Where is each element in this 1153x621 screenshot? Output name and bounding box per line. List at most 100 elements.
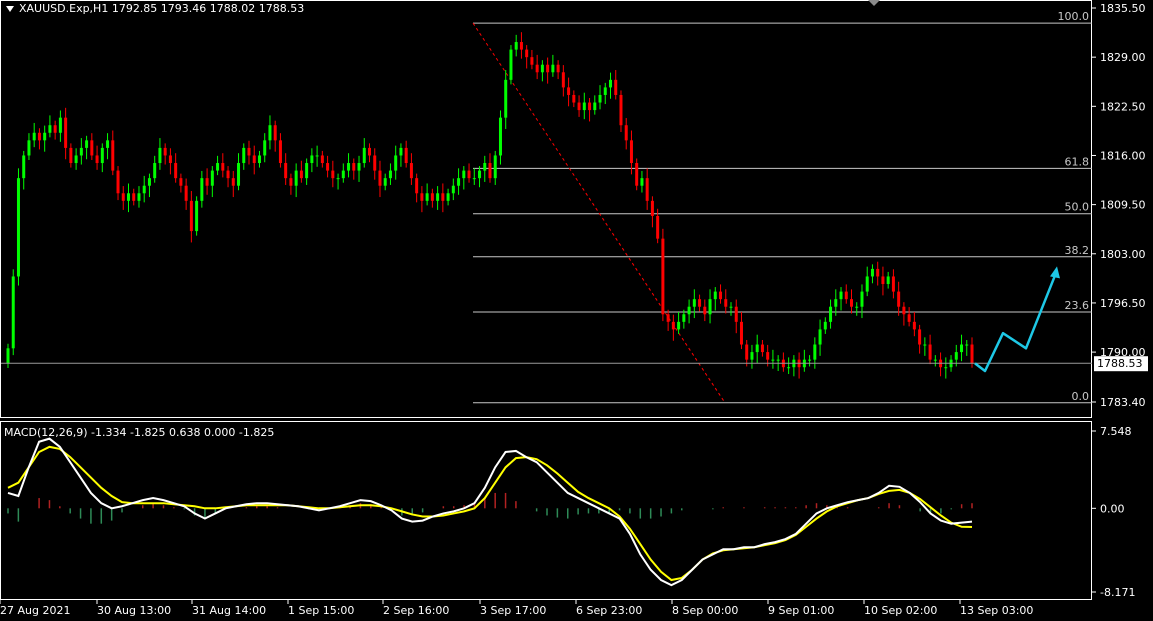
candle-body <box>708 299 712 315</box>
current-price-label: 1788.53 <box>1094 356 1148 372</box>
candle-body <box>184 185 188 201</box>
time-axis: 27 Aug 2021 30 Aug 13:00 31 Aug 14:00 1 Sep… <box>0 600 1033 617</box>
candle-body <box>829 306 833 322</box>
symbol-info-text: XAUUSD.Exp,H1 1792.85 1793.46 1788.02 17… <box>19 2 305 15</box>
fib-level-label: 50.0 <box>1065 201 1090 214</box>
forecast-arrow[interactable] <box>974 266 1060 373</box>
candle-body <box>189 200 193 232</box>
candle-body <box>493 155 497 179</box>
candle-body <box>886 276 890 285</box>
candle-body <box>682 314 686 322</box>
candle-body <box>614 79 618 95</box>
candle-body <box>551 64 555 73</box>
dropdown-icon[interactable] <box>6 6 14 12</box>
candle-body <box>734 306 738 322</box>
candle-body <box>153 163 157 179</box>
candle-body <box>891 276 895 292</box>
candle-body <box>121 193 125 201</box>
candle-body <box>603 87 607 95</box>
candle-body <box>666 314 670 322</box>
candle-body <box>729 306 733 308</box>
forecast-path <box>974 269 1059 373</box>
candle-body <box>415 178 419 194</box>
candle-body <box>336 178 340 180</box>
fib-level-label: 100.0 <box>1058 10 1090 23</box>
candle-body <box>326 163 330 171</box>
candle-body <box>897 291 901 307</box>
macd-signal-line <box>7 445 973 582</box>
candle-body <box>514 42 518 50</box>
macd-tick-label: -8.171 <box>1100 586 1135 599</box>
candle-body <box>839 291 843 300</box>
candle-body <box>928 344 932 360</box>
candle-body <box>488 163 492 179</box>
forecast-arrowhead-icon <box>1050 266 1060 279</box>
candle-body <box>210 170 214 186</box>
price-tick-label: 1803.00 <box>1100 248 1146 261</box>
candle-body <box>137 193 141 201</box>
symbol-header: XAUUSD.Exp,H1 1792.85 1793.46 1788.02 17… <box>6 2 304 15</box>
candle-body <box>498 117 502 156</box>
candle-body <box>582 102 586 111</box>
candle-body <box>158 147 162 164</box>
candle-body <box>818 329 822 345</box>
candle-body <box>95 155 99 164</box>
candle-body <box>247 147 251 156</box>
time-tick-label: 31 Aug 14:00 <box>192 604 266 617</box>
candle-body <box>37 132 41 141</box>
candle-body <box>74 155 78 164</box>
candle-body <box>954 352 958 360</box>
candle-body <box>687 306 691 315</box>
svg-text:1788.53: 1788.53 <box>1097 357 1143 370</box>
candle-body <box>457 178 461 186</box>
macd-indicator: 7.548 0.00 -8.171 <box>7 425 1135 599</box>
candle-body <box>970 344 974 364</box>
time-tick-label: 30 Aug 13:00 <box>97 604 171 617</box>
candle-body <box>577 102 581 111</box>
candle-body <box>252 155 256 164</box>
candle-body <box>776 359 780 361</box>
candle-body <box>739 321 743 345</box>
candle-body <box>504 79 508 118</box>
candle-body <box>373 155 377 171</box>
candle-body <box>132 193 136 201</box>
candle-body <box>671 321 675 330</box>
candle-body <box>368 147 371 156</box>
candle-body <box>451 185 455 194</box>
candle-body <box>409 163 413 179</box>
candle-body <box>467 170 471 179</box>
candle-body <box>478 170 482 179</box>
price-tick-label: 1835.50 <box>1100 2 1146 15</box>
candle-body <box>850 299 853 307</box>
candle-body <box>111 140 115 171</box>
candle-body <box>315 155 319 157</box>
candle-body <box>483 163 487 171</box>
fib-level-label: 0.0 <box>1072 390 1090 403</box>
candle-body <box>436 193 440 201</box>
macd-info-text: MACD(12,26,9) -1.334 -1.825 0.638 0.000 … <box>4 426 275 439</box>
price-tick-label: 1816.00 <box>1100 149 1146 162</box>
candle-body <box>766 352 770 360</box>
chart-shift-marker-icon[interactable] <box>868 0 880 6</box>
candle-body <box>299 170 303 179</box>
candle-body <box>168 155 172 164</box>
candle-body <box>294 170 298 186</box>
macd-tick-label: 7.548 <box>1100 425 1132 438</box>
candle-body <box>58 117 62 133</box>
candle-body <box>546 64 550 73</box>
candle-body <box>698 299 702 307</box>
candle-body <box>441 193 445 201</box>
candle-body <box>357 163 361 171</box>
time-tick-label: 1 Sep 15:00 <box>288 604 354 617</box>
candle-body <box>216 163 220 171</box>
candle-body <box>561 72 565 88</box>
time-tick-label: 8 Sep 00:00 <box>672 604 738 617</box>
candle-body <box>352 163 356 171</box>
candle-body <box>273 125 277 141</box>
candle-body <box>588 102 592 111</box>
time-tick-label: 27 Aug 2021 <box>0 604 70 617</box>
candle-body <box>378 170 382 186</box>
chart-canvas[interactable]: 100.061.850.038.223.60.0 1835.501829.001… <box>0 0 1153 621</box>
candle-body <box>724 299 728 307</box>
time-tick-label: 3 Sep 17:00 <box>480 604 546 617</box>
